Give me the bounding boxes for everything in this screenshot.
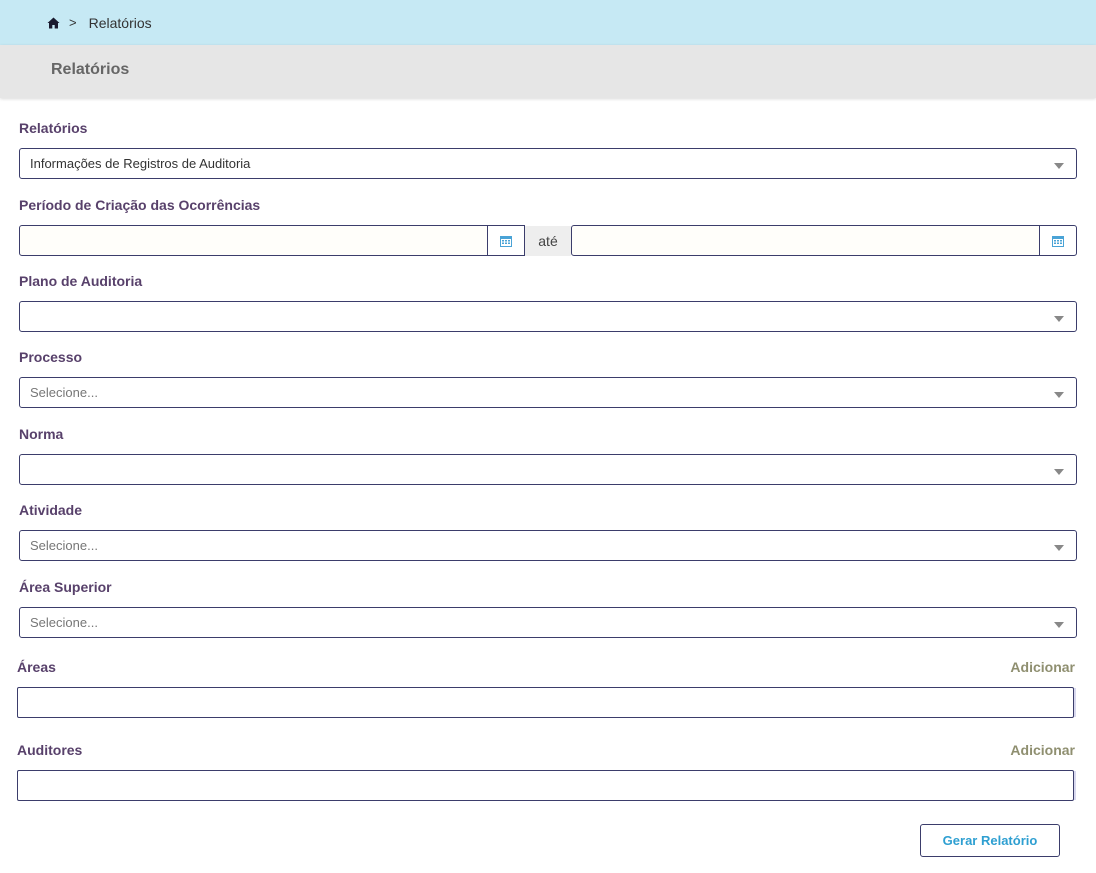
page-header: Relatórios xyxy=(0,45,1096,98)
auditores-list[interactable] xyxy=(17,770,1076,801)
periodo-label: Período de Criação das Ocorrências xyxy=(19,197,261,213)
plano-label: Plano de Auditoria xyxy=(19,273,143,289)
calendar-icon xyxy=(500,235,512,247)
calendar-icon xyxy=(1052,235,1064,247)
breadcrumb-separator: > xyxy=(69,15,77,30)
norma-label: Norma xyxy=(19,426,64,442)
home-icon[interactable] xyxy=(47,16,60,29)
periodo-start-input[interactable] xyxy=(19,225,488,256)
periodo-separator: até xyxy=(525,226,571,256)
relatorios-select-value: Informações de Registros de Auditoria xyxy=(30,156,251,171)
periodo-end-calendar-button[interactable] xyxy=(1039,225,1077,256)
area-superior-label: Área Superior xyxy=(19,579,112,595)
area-superior-placeholder: Selecione... xyxy=(30,615,98,630)
processo-placeholder: Selecione... xyxy=(30,385,98,400)
processo-label: Processo xyxy=(19,349,83,365)
breadcrumb: > Relatórios xyxy=(0,0,1096,45)
gerar-relatorio-button[interactable]: Gerar Relatório xyxy=(920,824,1060,857)
periodo-start-calendar-button[interactable] xyxy=(487,225,525,256)
auditores-label: Auditores xyxy=(17,742,83,758)
area-superior-select[interactable]: Selecione... xyxy=(19,607,1077,638)
areas-label: Áreas xyxy=(17,659,56,675)
areas-list[interactable] xyxy=(17,687,1076,718)
chevron-down-icon xyxy=(1054,392,1064,398)
chevron-down-icon xyxy=(1054,622,1064,628)
chevron-down-icon xyxy=(1054,163,1064,169)
relatorios-select[interactable]: Informações de Registros de Auditoria xyxy=(19,148,1077,179)
atividade-select[interactable]: Selecione... xyxy=(19,530,1077,561)
page-title: Relatórios xyxy=(51,61,130,78)
norma-select[interactable] xyxy=(19,454,1077,485)
plano-select[interactable] xyxy=(19,301,1077,332)
periodo-end-input[interactable] xyxy=(571,225,1040,256)
chevron-down-icon xyxy=(1054,469,1064,475)
chevron-down-icon xyxy=(1054,316,1064,322)
atividade-label: Atividade xyxy=(19,502,83,518)
auditores-add-link[interactable]: Adicionar xyxy=(1010,742,1075,758)
chevron-down-icon xyxy=(1054,545,1064,551)
atividade-placeholder: Selecione... xyxy=(30,538,98,553)
breadcrumb-current: Relatórios xyxy=(88,14,152,31)
processo-select[interactable]: Selecione... xyxy=(19,377,1077,408)
areas-add-link[interactable]: Adicionar xyxy=(1010,659,1075,675)
relatorios-label: Relatórios xyxy=(19,120,88,136)
